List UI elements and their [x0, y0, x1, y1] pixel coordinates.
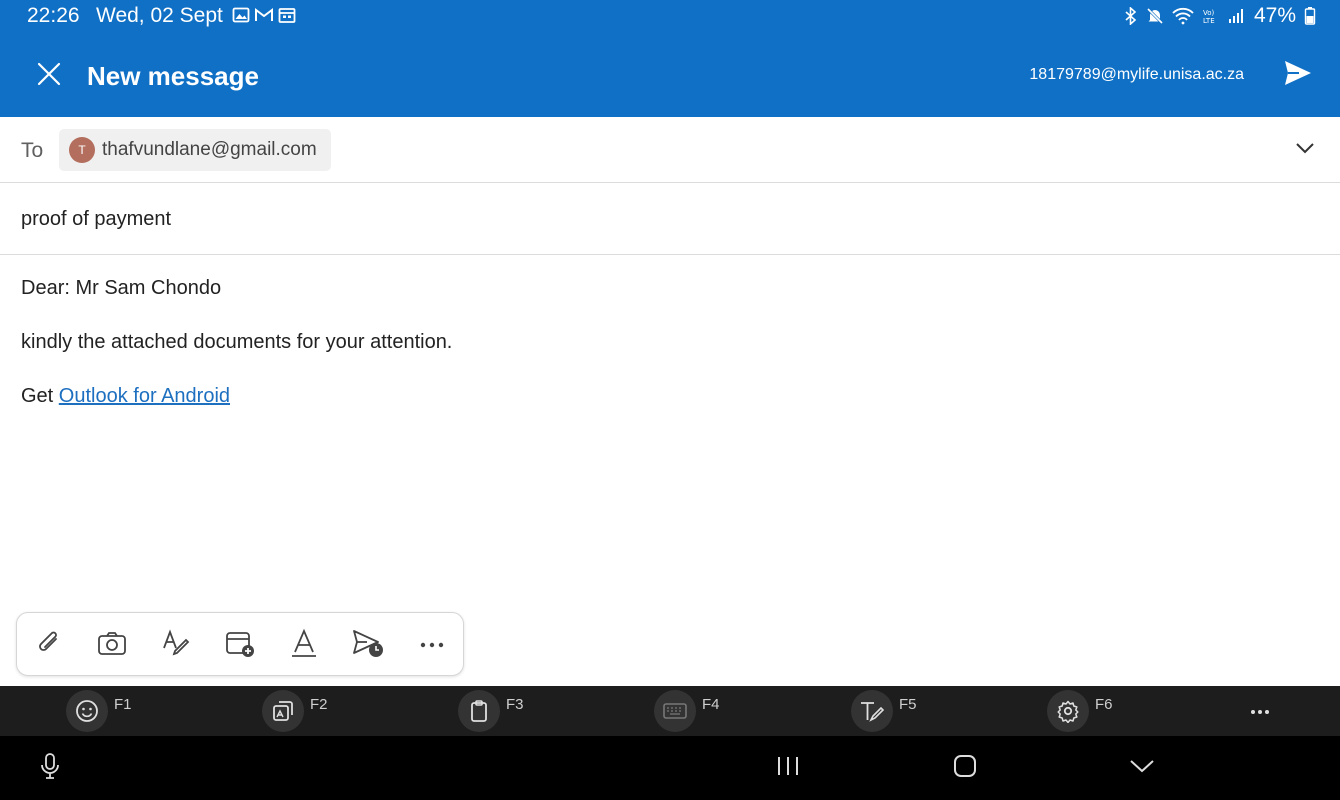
recents-icon [776, 755, 800, 782]
svg-text:LTE: LTE [1203, 17, 1215, 25]
schedule-send-button[interactable] [350, 627, 386, 663]
close-button[interactable] [30, 58, 68, 94]
body-message: kindly the attached documents for your a… [21, 331, 453, 353]
battery-percent: 47% [1253, 4, 1296, 27]
keyboard-more-button[interactable] [1244, 698, 1276, 724]
status-date: Wed, 02 Sept [96, 4, 223, 27]
key-label: F3 [506, 696, 524, 713]
body-signature: Get Outlook for Android [21, 384, 1311, 438]
home-button[interactable] [945, 752, 985, 784]
recipient-chip[interactable]: T thafvundlane@gmail.com [59, 129, 331, 171]
keyboard-key-f4[interactable]: F4 [654, 690, 720, 732]
to-label: To [21, 139, 44, 162]
bluetooth-icon [1124, 7, 1138, 25]
battery-icon [1304, 6, 1316, 26]
navigation-bar [0, 736, 1340, 800]
notification-icons [232, 6, 296, 29]
keyboard-key-f2[interactable]: F2 [262, 690, 328, 732]
emoji-icon [66, 690, 108, 732]
send-icon [1284, 60, 1312, 91]
system-status-icons: Vo) LTE 47% [1124, 4, 1316, 28]
add-event-icon [225, 628, 255, 663]
keyboard-key-f3[interactable]: F3 [458, 690, 524, 732]
key-label: F2 [310, 696, 328, 713]
home-icon [953, 754, 977, 783]
camera-button[interactable] [94, 627, 130, 663]
clipboard-icon [458, 690, 500, 732]
subject-text[interactable]: proof of payment [21, 208, 171, 231]
font-icon [289, 628, 319, 663]
to-field[interactable]: To T thafvundlane@gmail.com [0, 117, 1340, 183]
app-bar: 22:26 Wed, 02 Sept Vo) LTE 47% New messa… [0, 0, 1340, 117]
more-options-button[interactable] [414, 627, 450, 663]
key-label: F4 [702, 696, 720, 713]
hide-keyboard-button[interactable] [1122, 752, 1162, 784]
keyboard-icon [654, 690, 696, 732]
svg-text:Vo): Vo) [1203, 9, 1215, 17]
keyboard-key-f6[interactable]: F6 [1047, 690, 1113, 732]
attach-icon [34, 628, 64, 663]
signature-prefix: Get [21, 385, 59, 407]
attach-button[interactable] [31, 627, 67, 663]
message-body[interactable]: Dear: Mr Sam Chondo kindly the attached … [21, 276, 1311, 438]
keyboard-toolbar: F1 F2 F3 F4 F5 F6 [0, 686, 1340, 736]
add-event-button[interactable] [222, 627, 258, 663]
recipient-avatar: T [69, 137, 95, 163]
key-label: F5 [899, 696, 917, 713]
page-title: New message [87, 61, 259, 91]
body-greeting: Dear: Mr Sam Chondo [21, 277, 222, 299]
format-button[interactable] [158, 627, 194, 663]
more-icon [1250, 702, 1270, 720]
volte-icon: Vo) LTE [1202, 7, 1220, 25]
wifi-icon [1172, 7, 1194, 25]
key-label: F6 [1095, 696, 1113, 713]
recipient-email: thafvundlane@gmail.com [102, 139, 317, 160]
settings-icon [1047, 690, 1089, 732]
mute-icon [1146, 7, 1164, 25]
voice-input-button[interactable] [30, 752, 70, 784]
camera-icon [97, 628, 127, 663]
outlook-for-android-link[interactable]: Outlook for Android [59, 385, 230, 407]
recents-button[interactable] [768, 752, 808, 784]
sender-account[interactable]: 18179789@mylife.unisa.ac.za [1029, 66, 1244, 84]
status-time: 22:26 [27, 4, 80, 27]
format-icon [161, 628, 191, 663]
calendar-icon [278, 6, 296, 29]
keyboard-key-f5[interactable]: F5 [851, 690, 917, 732]
compose-toolbar [16, 612, 464, 676]
mic-icon [39, 752, 61, 785]
expand-recipients-button[interactable] [1292, 137, 1318, 163]
font-button[interactable] [286, 627, 322, 663]
gallery-icon [232, 6, 250, 29]
hide-keyboard-icon [1129, 758, 1155, 779]
chevron-down-icon [1295, 141, 1315, 159]
handwriting-icon [851, 690, 893, 732]
keyboard-key-f1[interactable]: F1 [66, 690, 132, 732]
gmail-icon [254, 6, 274, 29]
status-bar: 22:26 Wed, 02 Sept Vo) LTE 47% [0, 0, 1340, 34]
more-icon [420, 636, 444, 654]
send-button[interactable] [1278, 56, 1318, 94]
schedule-send-icon [352, 628, 384, 663]
subject-field[interactable]: proof of payment [0, 183, 1340, 255]
key-label: F1 [114, 696, 132, 713]
sticker-icon [262, 690, 304, 732]
close-icon [37, 62, 61, 91]
signal-icon [1228, 7, 1246, 25]
